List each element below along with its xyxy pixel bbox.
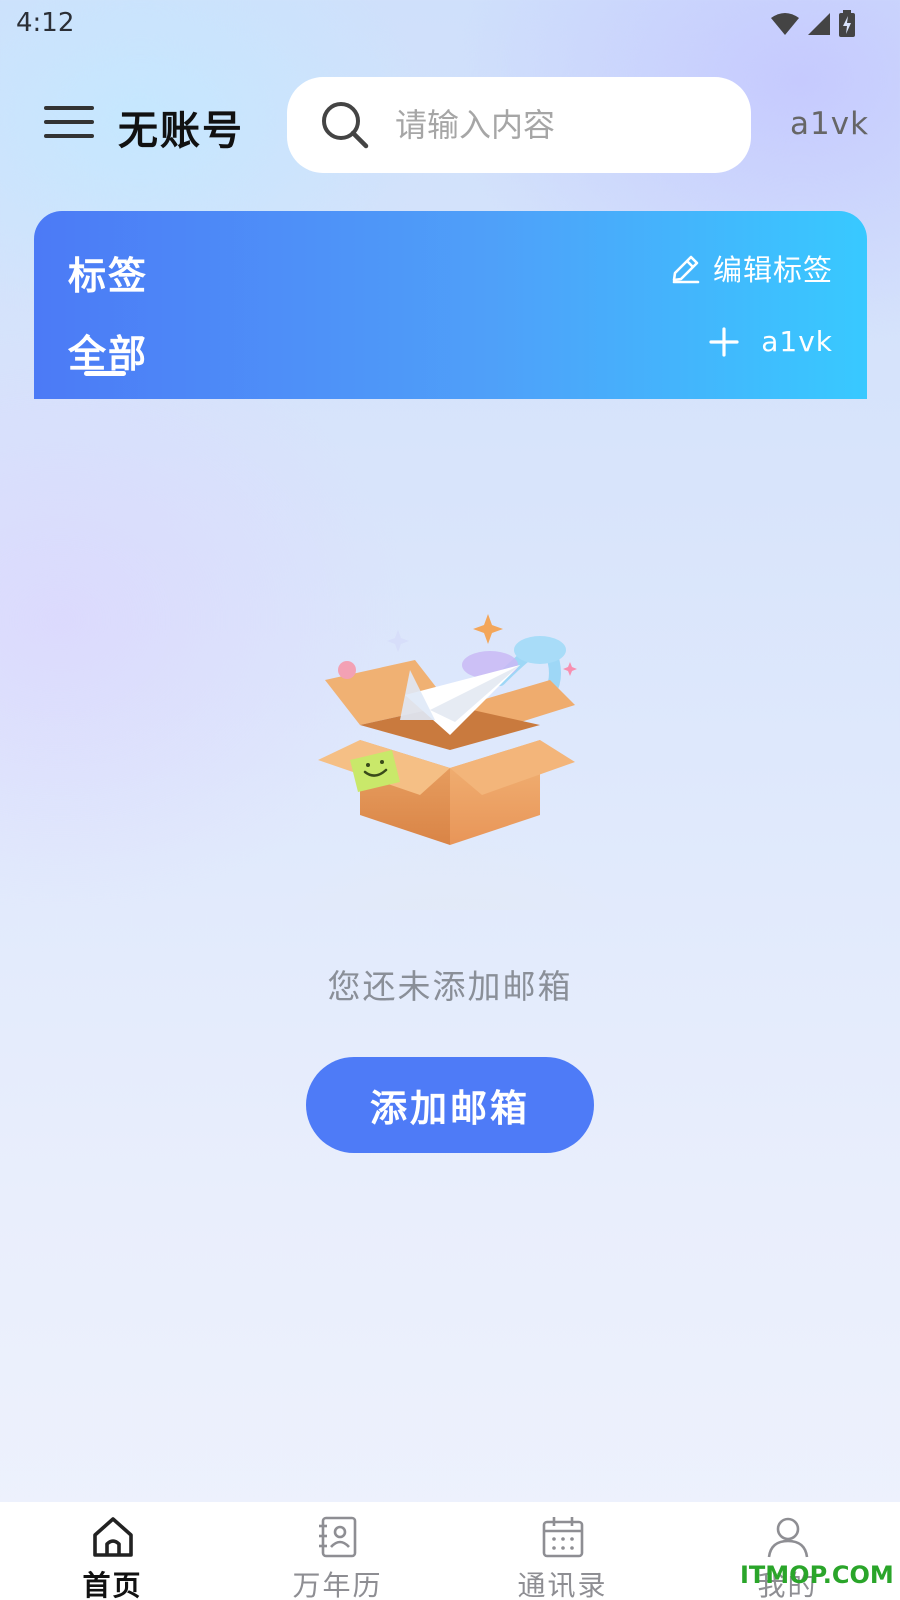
person-icon: [767, 1517, 809, 1558]
tab-all[interactable]: 全部: [68, 323, 148, 378]
add-account-label: a1vk: [761, 325, 833, 358]
tag-card: 标签 编辑标签 全部 a1vk: [34, 211, 867, 399]
status-time: 4:12: [16, 8, 75, 38]
edit-pencil-icon: [672, 255, 700, 284]
search-input[interactable]: [395, 97, 725, 153]
nav-label-calendar: 万年历: [292, 1569, 383, 1600]
empty-box-illustration: [255, 614, 645, 910]
header: 无账号 a1vk: [0, 72, 900, 176]
status-icons: [770, 10, 856, 38]
home-icon: [93, 1517, 133, 1557]
edit-tags-button[interactable]: 编辑标签: [669, 247, 833, 289]
nav-label-contacts: 通讯录: [517, 1569, 608, 1600]
nav-item-calendar[interactable]: 万年历: [225, 1502, 450, 1600]
watermark: ITMOP.COM: [740, 1561, 894, 1589]
calendar-icon: [542, 1517, 584, 1558]
battery-icon: [839, 10, 855, 37]
nav-item-contacts[interactable]: 通讯录: [450, 1502, 675, 1600]
search-box[interactable]: [287, 77, 751, 173]
search-icon: [322, 102, 369, 149]
empty-state-message: 您还未添加邮箱: [327, 967, 573, 1006]
edit-tags-label: 编辑标签: [712, 253, 833, 287]
signal-icon: [808, 13, 830, 35]
plus-icon: [709, 326, 739, 357]
tab-underline: [84, 371, 126, 376]
add-mailbox-button[interactable]: 添加邮箱: [306, 1057, 594, 1153]
menu-icon[interactable]: [42, 100, 96, 144]
user-code[interactable]: a1vk: [790, 106, 869, 142]
nav-label-home: 首页: [82, 1569, 143, 1600]
contact-book-icon: [319, 1516, 357, 1558]
nav-item-home[interactable]: 首页: [0, 1502, 225, 1600]
account-title: 无账号: [118, 108, 244, 154]
status-bar: 4:12: [0, 0, 900, 50]
tag-title: 标签: [68, 254, 149, 298]
add-account-button[interactable]: a1vk: [709, 325, 833, 358]
wifi-icon: [771, 13, 799, 35]
